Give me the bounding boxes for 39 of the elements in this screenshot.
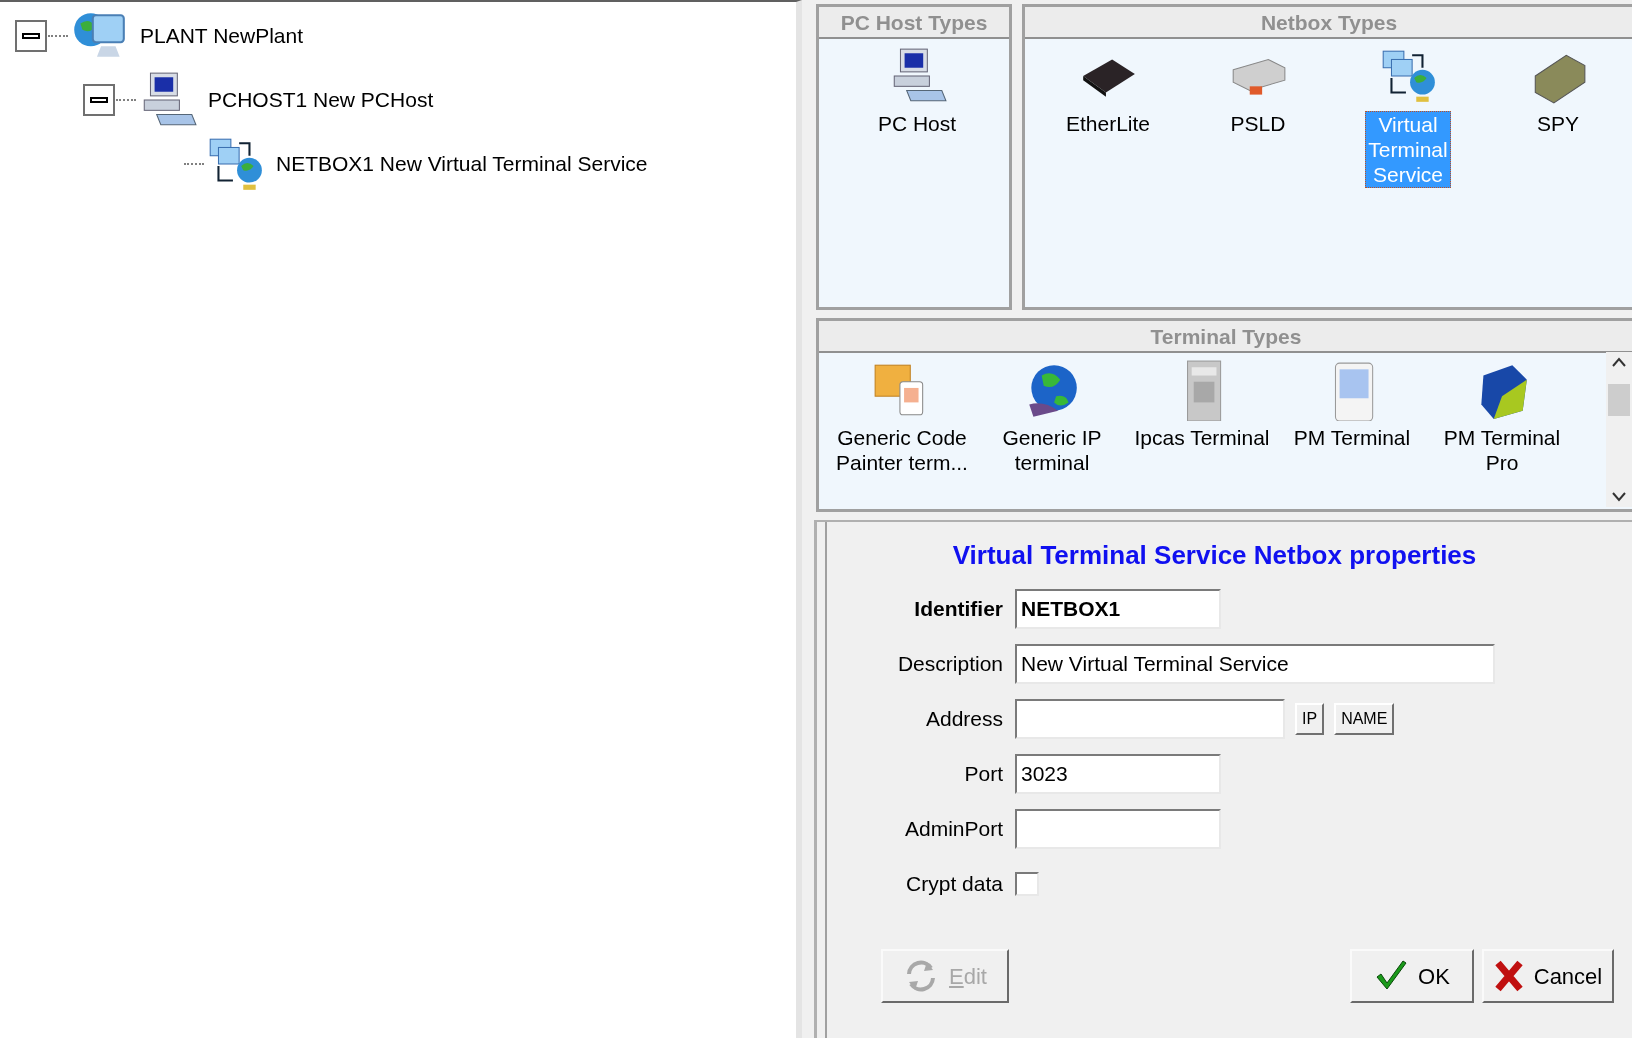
text-field[interactable] (1015, 698, 1285, 739)
text-field[interactable]: 3023 (1015, 753, 1221, 794)
field-label: Crypt data (905, 870, 1004, 897)
scrollbar[interactable] (1606, 352, 1632, 507)
palette-item-label[interactable]: Ipcas Terminal (1132, 425, 1272, 450)
palette-item-label[interactable]: Generic IP terminal (977, 425, 1127, 475)
palette-item-label[interactable]: PM Terminal (1291, 425, 1413, 450)
field-label: Address (924, 705, 1004, 732)
chevron-down-icon (1611, 491, 1627, 503)
palette-title: Terminal Types (819, 321, 1632, 353)
text-field[interactable] (1015, 808, 1221, 849)
tree-expander[interactable] (83, 84, 115, 116)
palette-item-label[interactable]: EtherLite (1063, 111, 1153, 136)
field-label: Description (896, 650, 1004, 677)
tree-item-label[interactable]: PLANT NewPlant (140, 20, 304, 52)
address-type-button[interactable]: IP (1295, 702, 1325, 735)
palette-title: PC Host Types (819, 7, 1009, 39)
ok-button[interactable]: OK (1350, 949, 1474, 1003)
field-label: Port (963, 760, 1004, 787)
text-field[interactable]: New Virtual Terminal Service (1015, 643, 1495, 684)
field-label: Identifier (913, 595, 1004, 622)
cancel-button[interactable]: Cancel (1482, 949, 1614, 1003)
close-icon (1493, 959, 1524, 993)
checkbox[interactable] (1015, 871, 1039, 896)
scrollbar-thumb[interactable] (1608, 383, 1630, 416)
tree-expander[interactable] (15, 20, 47, 52)
properties-title: Virtual Terminal Service Netbox properties (951, 539, 1478, 572)
palette-item-label[interactable]: PC Host (875, 111, 959, 136)
text-field[interactable]: NETBOX1 (1015, 588, 1221, 629)
address-type-button[interactable]: NAME (1334, 702, 1395, 735)
tree-item-label[interactable]: NETBOX1 New Virtual Terminal Service (276, 148, 648, 180)
palette-item-label[interactable]: Generic Code Painter term... (827, 425, 977, 475)
palette-item-label[interactable]: PSLD (1228, 111, 1288, 136)
palette-title: Netbox Types (1025, 7, 1632, 39)
palette-item-label[interactable]: PM Terminal Pro (1427, 425, 1577, 475)
field-label: AdminPort (903, 815, 1004, 842)
chevron-up-icon (1611, 356, 1627, 368)
tree-item-label[interactable]: PCHOST1 New PCHost (208, 84, 434, 116)
palette-item-label[interactable]: SPY (1535, 111, 1581, 136)
